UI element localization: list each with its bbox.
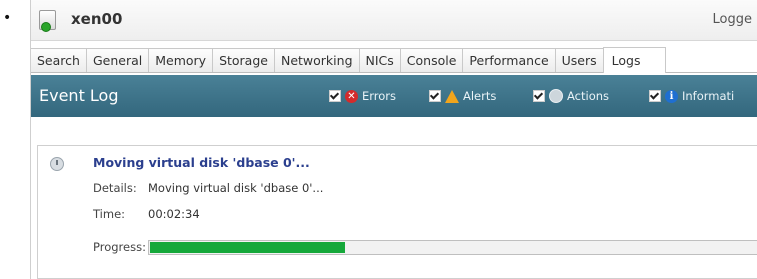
server-window: xen00 Logge Search General Memory Storag… [30, 0, 757, 279]
clock-icon [50, 157, 64, 171]
details-row: Details: Moving virtual disk 'dbase 0'... [93, 181, 323, 195]
event-entry[interactable]: Moving virtual disk 'dbase 0'... Details… [37, 145, 757, 279]
filter-information[interactable]: i Informati [649, 89, 734, 103]
filter-information-label: Informati [682, 89, 735, 103]
actions-checkbox[interactable] [533, 90, 545, 102]
alert-icon [445, 89, 459, 103]
tab-logs[interactable]: Logs [602, 47, 666, 73]
event-title: Moving virtual disk 'dbase 0'... [93, 155, 310, 170]
tab-memory[interactable]: Memory [148, 48, 213, 72]
tab-storage[interactable]: Storage [212, 48, 274, 72]
info-icon: i [665, 89, 678, 103]
tab-general[interactable]: General [85, 48, 149, 72]
window-title: xen00 [71, 10, 123, 28]
event-log-title: Event Log [39, 86, 119, 105]
details-value: Moving virtual disk 'dbase 0'... [148, 181, 324, 195]
errors-checkbox[interactable] [329, 90, 341, 102]
tab-nics[interactable]: NICs [358, 48, 400, 72]
tab-console[interactable]: Console [399, 48, 463, 72]
tab-bar: Search General Memory Storage Networking… [31, 46, 757, 73]
details-label: Details: [93, 181, 137, 195]
filter-alerts-label: Alerts [463, 89, 497, 103]
tab-networking[interactable]: Networking [273, 48, 359, 72]
server-status-icon [41, 22, 51, 32]
logged-in-label: Logge [712, 12, 752, 27]
tab-search[interactable]: Search [31, 48, 86, 72]
server-icon [39, 10, 56, 32]
title-bar: xen00 Logge [31, 0, 757, 41]
information-checkbox[interactable] [649, 90, 661, 102]
filter-alerts[interactable]: Alerts [429, 89, 496, 103]
error-icon: ✕ [345, 89, 358, 103]
progress-fill [150, 242, 345, 253]
filter-errors-label: Errors [362, 89, 397, 103]
progress-label: Progress: [93, 240, 146, 254]
tab-users[interactable]: Users [554, 48, 603, 72]
tab-performance[interactable]: Performance [462, 48, 555, 72]
filter-actions-label: Actions [567, 89, 610, 103]
time-row: Time: 00:02:34 [93, 207, 200, 221]
event-log-header: Event Log ✕ Errors Alerts Actions i Info… [31, 75, 757, 117]
progress-row: Progress: [93, 240, 148, 254]
action-icon [549, 89, 563, 103]
progress-bar [148, 240, 757, 255]
filter-actions[interactable]: Actions [533, 89, 609, 103]
time-value: 00:02:34 [148, 207, 200, 221]
filter-errors[interactable]: ✕ Errors [329, 89, 396, 103]
event-log-content: Moving virtual disk 'dbase 0'... Details… [31, 118, 757, 279]
time-label: Time: [93, 207, 126, 221]
alerts-checkbox[interactable] [429, 90, 441, 102]
list-bullet: • [3, 10, 12, 26]
